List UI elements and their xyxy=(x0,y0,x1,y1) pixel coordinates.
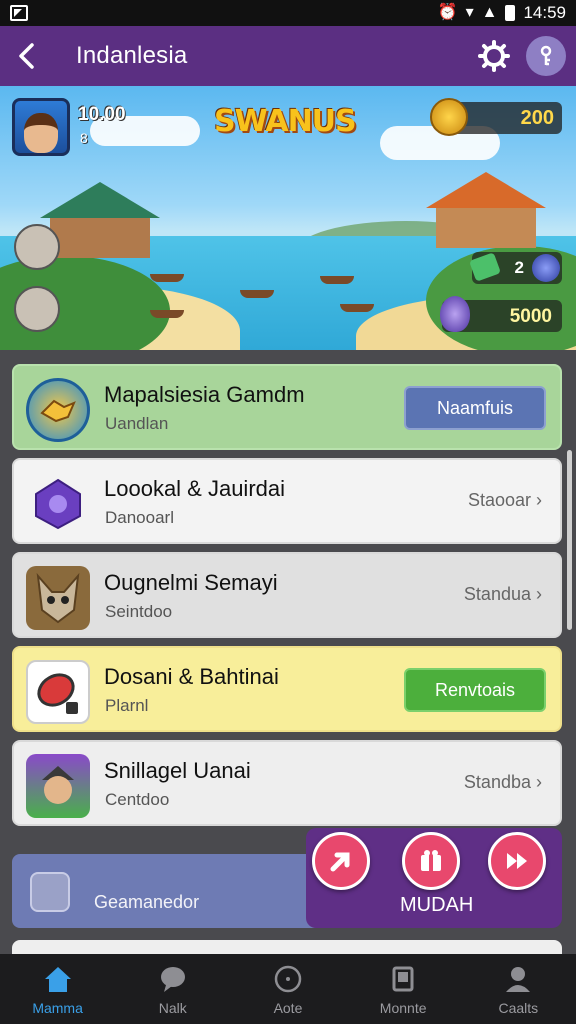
handshake-icon xyxy=(26,378,90,442)
item-title: Dosani & Bahtinai xyxy=(104,664,279,689)
gallery-notification-icon xyxy=(10,5,28,21)
nav-label: Nalk xyxy=(158,1000,187,1016)
fast-forward-icon xyxy=(507,853,527,869)
battery-icon xyxy=(505,5,516,21)
item-title: Geamanedor xyxy=(94,892,200,912)
hero-banner[interactable]: SWANUS 10.00 8 200 2 5000 xyxy=(0,86,576,350)
bottom-navigation: Mamma Nalk Aote Monnte Caalts xyxy=(0,954,576,1024)
profile-button[interactable] xyxy=(526,36,566,76)
boat xyxy=(240,290,274,298)
list-item[interactable]: Dosani & Bahtinai Plarnl Renvtoais xyxy=(12,646,562,732)
nav-label: Mamma xyxy=(32,1000,83,1016)
gear-icon xyxy=(478,40,510,72)
scrollbar[interactable] xyxy=(567,450,572,630)
purple-orb-icon xyxy=(532,254,560,282)
game-logo: SWANUS xyxy=(214,104,357,139)
village-hut xyxy=(426,172,546,248)
status-time: 14:59 xyxy=(523,3,566,22)
nav-label: Caalts xyxy=(498,1000,539,1016)
arrow-icon xyxy=(330,852,350,872)
creature-icon xyxy=(26,566,90,630)
status-bar: ⏰ ▾ ▲ 14:59 xyxy=(0,0,576,26)
crystal-icon xyxy=(440,296,470,332)
player-level: 8 xyxy=(80,130,88,146)
gem-icon xyxy=(26,472,90,536)
item-link-label: Standba xyxy=(463,772,531,792)
chevron-right-icon: › xyxy=(536,584,542,604)
nav-activity[interactable]: Aote xyxy=(230,954,345,1024)
circle-icon xyxy=(273,964,303,994)
nav-profile[interactable]: Caalts xyxy=(461,954,576,1024)
page-title: Indanlesia xyxy=(76,42,188,69)
wifi-icon: ▾ xyxy=(465,4,474,21)
chevron-left-icon xyxy=(19,43,34,69)
item-link[interactable]: Standua › xyxy=(464,584,542,605)
item-title: Loookal & Jauirdai xyxy=(104,476,286,501)
item-subtitle: Danooarl xyxy=(105,508,174,527)
signal-icon: ▲ xyxy=(481,4,498,21)
back-button[interactable] xyxy=(4,26,48,86)
trophy-icon xyxy=(388,964,418,994)
boat xyxy=(150,310,184,318)
list-item[interactable]: Mapalsiesia Gamdm Uandlan Naamfuis xyxy=(12,364,562,450)
item-subtitle: Uandlan xyxy=(105,414,169,433)
nav-home[interactable]: Mamma xyxy=(0,954,115,1024)
app-header: Indanlesia xyxy=(0,26,576,86)
item-link[interactable]: Staooar › xyxy=(468,490,542,511)
nav-chat[interactable]: Nalk xyxy=(115,954,230,1024)
green-gem-value: 2 xyxy=(514,258,524,277)
person-key-icon xyxy=(540,45,552,66)
coin-value: 200 xyxy=(520,107,554,129)
nav-rankings[interactable]: Monnte xyxy=(346,954,461,1024)
item-title: Snillagel Uanai xyxy=(104,758,251,783)
character-avatar[interactable] xyxy=(14,224,60,270)
camera-icon xyxy=(30,872,70,912)
nav-label: Aote xyxy=(273,1000,303,1016)
action-button[interactable]: Renvtoais xyxy=(404,668,546,712)
chat-icon xyxy=(158,964,188,994)
item-title: Ougnelmi Semayi xyxy=(104,570,278,595)
character-avatar[interactable] xyxy=(14,286,60,332)
item-subtitle: Centdoo xyxy=(105,790,170,809)
quick-actions-label: MUDAH xyxy=(400,894,474,916)
chevron-right-icon: › xyxy=(536,490,542,510)
fast-forward-button[interactable] xyxy=(488,832,546,890)
nav-label: Monnte xyxy=(379,1000,427,1016)
action-button[interactable]: Naamfuis xyxy=(404,386,546,430)
list-item[interactable]: Snillagel Uanai Centdoo Standba › xyxy=(12,740,562,826)
gift-action-button[interactable] xyxy=(402,832,460,890)
item-link-label: Staooar xyxy=(467,490,531,510)
list-item[interactable]: Ougnelmi Semayi Seintdoo Standua › xyxy=(12,552,562,638)
item-link[interactable]: Standba › xyxy=(464,772,542,793)
alarm-icon: ⏰ xyxy=(437,4,458,21)
character-icon xyxy=(26,754,90,818)
gift-icon xyxy=(421,850,441,871)
item-link-label: Standua xyxy=(463,584,531,604)
shield-icon xyxy=(26,660,90,724)
person-icon xyxy=(503,964,533,994)
player-avatar[interactable] xyxy=(12,98,70,156)
chevron-right-icon: › xyxy=(536,772,542,792)
boat xyxy=(340,304,374,312)
list-item[interactable]: Loookal & Jauirdai Danooarl Staooar › xyxy=(12,458,562,544)
player-score: 10.00 xyxy=(78,104,126,125)
list-item[interactable]: Geamanedor xyxy=(12,854,322,928)
coin-icon xyxy=(430,98,468,136)
arrow-action-button[interactable] xyxy=(312,832,370,890)
home-icon xyxy=(43,964,73,994)
item-subtitle: Plarnl xyxy=(105,696,149,715)
settings-button[interactable] xyxy=(478,40,510,72)
item-title: Mapalsiesia Gamdm xyxy=(104,382,305,407)
boat xyxy=(150,274,184,282)
boat xyxy=(320,276,354,284)
crystal-value: 5000 xyxy=(509,306,552,327)
item-subtitle: Seintdoo xyxy=(105,602,173,621)
